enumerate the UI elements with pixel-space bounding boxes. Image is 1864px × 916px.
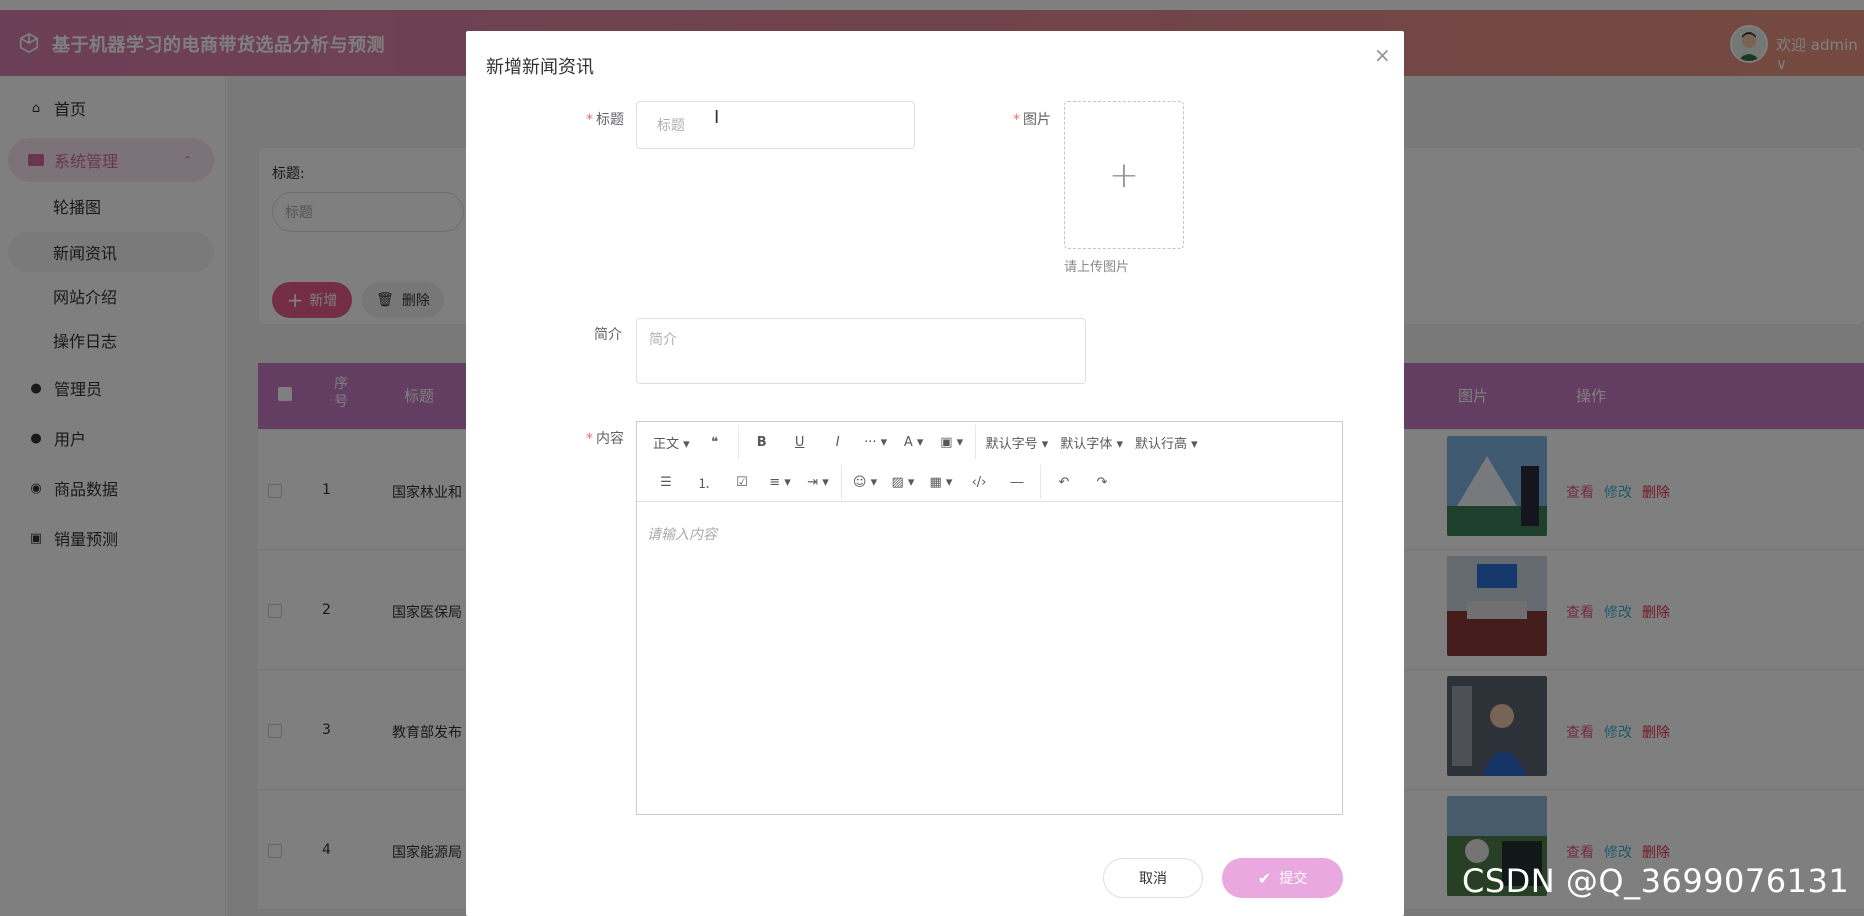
close-icon[interactable]: × (1374, 43, 1391, 67)
bold-icon[interactable]: B (743, 427, 781, 457)
check-icon: ✔ (1257, 868, 1272, 888)
background-color-icon[interactable]: ▣ ▾ (933, 427, 971, 457)
content-field-label: * 内容 (586, 431, 624, 447)
more-formats-dropdown[interactable]: ··· ▾ (857, 427, 895, 457)
editor-content-area[interactable]: 请输入内容 (637, 502, 1342, 566)
title-placeholder: 标题 (657, 118, 685, 134)
plus-icon: + (1108, 154, 1140, 196)
font-family-dropdown[interactable]: 默认字体 ▾ (1054, 427, 1129, 457)
intro-field-label: 简介 (594, 327, 622, 343)
watermark: CSDN @Q_3699076131 (1462, 862, 1850, 900)
code-icon[interactable]: ‹/› (960, 467, 998, 497)
editor-placeholder: 请输入内容 (647, 527, 717, 543)
toolbar-divider (974, 425, 976, 459)
cancel-button[interactable]: 取消 (1103, 858, 1203, 898)
divider-line-icon[interactable]: ― (998, 467, 1036, 497)
redo-icon[interactable]: ↷ (1083, 467, 1121, 497)
underline-icon[interactable]: U (781, 427, 819, 457)
italic-icon[interactable]: I (819, 427, 857, 457)
indent-dropdown-icon[interactable]: ⇥ ▾ (799, 467, 837, 497)
emoji-icon[interactable]: ☺ ▾ (846, 467, 884, 497)
submit-button[interactable]: ✔ 提交 (1222, 858, 1343, 898)
upload-tip: 请上传图片 (1064, 260, 1130, 275)
toolbar-row-1: 正文 ▾ ❝ B U I ··· ▾ A ▾ ▣ ▾ 默认字号 ▾ 默认字体 ▾… (637, 422, 1342, 462)
submit-button-label: 提交 (1279, 871, 1308, 887)
numbered-list-icon[interactable]: ⒈ (685, 467, 723, 497)
font-size-dropdown[interactable]: 默认字号 ▾ (980, 427, 1055, 457)
text-cursor-icon: I (714, 107, 720, 128)
title-field-label: * 标题 (586, 112, 624, 128)
image-field-label: * 图片 (1013, 112, 1051, 128)
align-dropdown-icon[interactable]: ≡ ▾ (761, 467, 799, 497)
insert-table-icon[interactable]: ▦ ▾ (922, 467, 960, 497)
intro-textarea[interactable]: 简介 (636, 318, 1086, 384)
toolbar-divider (1040, 465, 1041, 499)
bulleted-list-icon[interactable]: ☰ (647, 467, 685, 497)
todo-list-icon[interactable]: ☑ (723, 467, 761, 497)
dialog-title: 新增新闻资讯 (486, 57, 594, 78)
toolbar-divider (841, 465, 842, 499)
undo-icon[interactable]: ↶ (1045, 467, 1083, 497)
image-upload[interactable]: + (1064, 101, 1184, 249)
cancel-button-label: 取消 (1139, 871, 1167, 887)
paragraph-style-dropdown[interactable]: 正文 ▾ (647, 427, 696, 457)
editor-toolbar: 正文 ▾ ❝ B U I ··· ▾ A ▾ ▣ ▾ 默认字号 ▾ 默认字体 ▾… (637, 422, 1342, 502)
line-height-dropdown[interactable]: 默认行高 ▾ (1129, 427, 1204, 457)
title-input[interactable]: 标题 (636, 101, 915, 149)
intro-placeholder: 简介 (649, 332, 677, 348)
add-news-dialog: 新增新闻资讯 × * 标题 标题 I * 图片 + 请上传图片 简介 简介 * 内容 … (466, 31, 1404, 916)
font-color-icon[interactable]: A ▾ (895, 427, 933, 457)
insert-image-icon[interactable]: ▨ ▾ (884, 467, 922, 497)
toolbar-row-2: ☰ ⒈ ☑ ≡ ▾ ⇥ ▾ ☺ ▾ ▨ ▾ ▦ ▾ ‹/› ― ↶ ↷ (637, 462, 1342, 502)
blockquote-icon[interactable]: ❝ (696, 427, 734, 457)
rich-text-editor: 正文 ▾ ❝ B U I ··· ▾ A ▾ ▣ ▾ 默认字号 ▾ 默认字体 ▾… (636, 421, 1343, 815)
toolbar-divider (737, 425, 739, 459)
